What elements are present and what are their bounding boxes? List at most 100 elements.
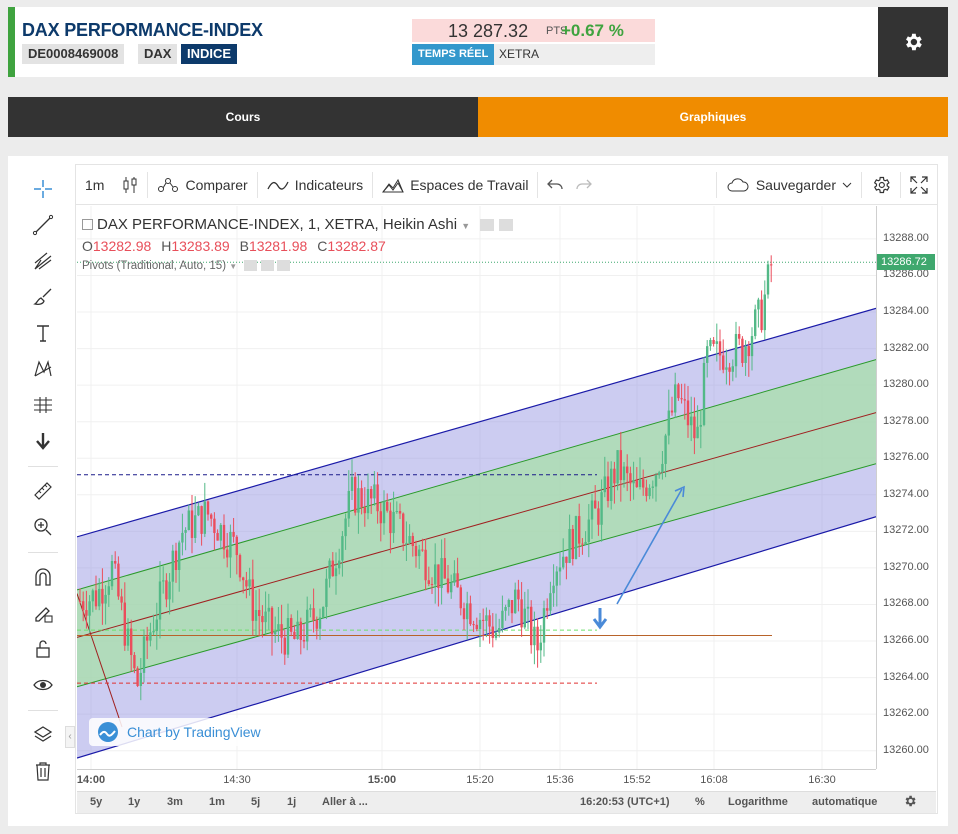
candle-body (645, 487, 648, 497)
chevron-down-icon[interactable]: ▼ (461, 221, 470, 231)
candle-body (158, 581, 162, 620)
open-label: O (82, 238, 93, 254)
tab-graphiques[interactable]: Graphiques (478, 97, 948, 137)
pattern-icon[interactable] (32, 358, 54, 380)
auto-toggle[interactable]: automatique (812, 796, 877, 808)
last-price-tag: 13286.72 (877, 254, 935, 271)
fullscreen-button[interactable] (901, 165, 937, 205)
layers-icon[interactable] (32, 724, 54, 746)
settings-button[interactable] (878, 7, 948, 77)
candle-body (507, 599, 510, 608)
arrow-down-icon[interactable] (32, 430, 54, 452)
save-button[interactable]: Sauvegarder (717, 165, 861, 205)
candle-body (82, 601, 85, 611)
candle-body (126, 628, 130, 646)
tab-cours[interactable]: Cours (8, 97, 478, 137)
candle-body (194, 515, 197, 538)
chevron-down-icon[interactable]: ▼ (229, 262, 237, 271)
candle-body (386, 501, 389, 511)
collapse-toolbar-button[interactable]: ‹ (65, 726, 75, 748)
chart-plot-area[interactable]: DAX PERFORMANCE-INDEX, 1, XETRA, Heikin … (77, 206, 876, 769)
time-axis[interactable]: 14:00 14:30 15:00 15:20 15:36 15:52 16:08 16:30 (77, 769, 876, 791)
compare-button[interactable]: Comparer (148, 165, 256, 205)
undo-button[interactable] (538, 165, 572, 205)
candle-body (610, 468, 613, 502)
range-5d[interactable]: 5j (251, 796, 260, 808)
gear-icon[interactable] (260, 260, 274, 272)
candle-body (98, 588, 101, 607)
magnet-icon[interactable] (32, 566, 54, 588)
price-tick-label: 13274.00 (883, 487, 929, 500)
candle-body (536, 626, 539, 651)
pitchfork-icon[interactable] (32, 250, 54, 272)
series-legend: DAX PERFORMANCE-INDEX, 1, XETRA, Heikin … (82, 216, 513, 233)
close-icon[interactable] (276, 260, 290, 272)
eye-icon[interactable] (244, 260, 258, 272)
chart-settings-button[interactable] (862, 165, 900, 205)
workspaces-button[interactable]: Espaces de Travail (373, 165, 537, 205)
goto-date-button[interactable]: Aller à ... (322, 796, 368, 808)
indicators-button[interactable]: Indicateurs (258, 165, 372, 205)
candle-body (290, 618, 293, 632)
tradingview-watermark[interactable]: Chart by TradingView (89, 718, 267, 746)
prediction-icon[interactable] (32, 394, 54, 416)
candle-body (654, 475, 658, 487)
candle-body (344, 518, 347, 537)
ruler-icon[interactable] (32, 480, 54, 502)
candle-body (728, 367, 731, 372)
candle-body (235, 536, 238, 556)
trendline-icon[interactable] (32, 214, 54, 236)
log-toggle[interactable]: Logarithme (728, 796, 788, 808)
unlock-icon[interactable] (32, 638, 54, 660)
clock-readout: 16:20:53 (UTC+1) (580, 796, 670, 808)
range-1y[interactable]: 1y (128, 796, 140, 808)
candle-body (418, 549, 421, 557)
candle-body (725, 367, 728, 370)
candle-body (533, 626, 536, 646)
candle-body (398, 511, 402, 514)
crosshair-icon[interactable] (32, 178, 54, 200)
candle-body (408, 536, 411, 543)
range-1d[interactable]: 1j (287, 796, 296, 808)
candle-body (286, 618, 290, 655)
redo-button[interactable] (572, 165, 596, 205)
gear-icon[interactable] (498, 219, 513, 232)
price-axis[interactable]: 13288.00 13286.00 13284.00 13282.00 13280.00… (876, 206, 937, 769)
lock-pencil-icon[interactable] (32, 602, 54, 624)
candle-body (629, 473, 632, 484)
eye-icon[interactable] (480, 219, 495, 232)
candle-body (523, 608, 526, 628)
candle-body (437, 564, 440, 588)
bottom-toolbar: 5y 1y 3m 1m 5j 1j Aller à ... 16:20:53 (… (77, 791, 936, 813)
candle-body (549, 593, 552, 611)
text-tool-icon[interactable] (32, 322, 54, 344)
venue-label: XETRA (499, 47, 540, 61)
range-1m[interactable]: 1m (209, 796, 225, 808)
percent-toggle[interactable]: % (695, 796, 705, 808)
candle-body (302, 639, 306, 642)
candle-body (722, 355, 725, 370)
candle-body (504, 607, 507, 611)
candle-body (331, 560, 334, 577)
brush-icon[interactable] (32, 286, 54, 308)
candle-body (219, 524, 222, 541)
candle-body (270, 607, 274, 635)
candle-body (738, 334, 741, 339)
candle-body (238, 555, 242, 578)
last-price-value: 13286.72 (881, 256, 927, 269)
range-5y[interactable]: 5y (90, 796, 102, 808)
candle-body (594, 500, 597, 509)
interval-button[interactable]: 1m (76, 165, 113, 205)
zoom-in-icon[interactable] (32, 516, 54, 538)
candle-body (382, 501, 386, 524)
legend-collapse-icon[interactable] (82, 218, 93, 230)
candle-body (565, 556, 568, 563)
main-tabs: Cours Graphiques (8, 97, 948, 137)
trash-icon[interactable] (32, 760, 54, 782)
candle-body (312, 608, 315, 621)
chart-type-button[interactable] (113, 165, 147, 205)
gear-icon[interactable] (903, 794, 917, 811)
range-3m[interactable]: 3m (167, 796, 183, 808)
eye-icon[interactable] (32, 674, 54, 696)
workspaces-label: Espaces de Travail (410, 176, 529, 193)
